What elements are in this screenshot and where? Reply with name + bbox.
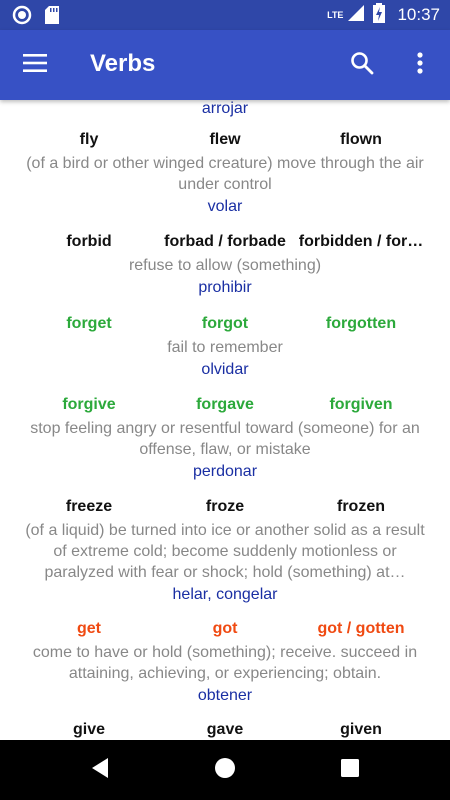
verb-entry-fly[interactable]: fly flew flown (of a bird or other winge…: [0, 131, 450, 217]
verb-entry-forget[interactable]: forget forgot forgotten fail to remember…: [0, 315, 450, 380]
signal-icon: [347, 4, 365, 27]
definition: (of a liquid) be turned into ice or anot…: [25, 522, 425, 581]
translation: olvidar: [201, 361, 249, 378]
participle-form: forgotten: [325, 315, 397, 332]
base-form: get: [77, 620, 101, 637]
notification-circle-icon: [12, 5, 32, 30]
more-vert-icon: [417, 51, 423, 79]
base-form: fly: [79, 131, 99, 148]
translation: arrojar: [201, 100, 249, 117]
search-button[interactable]: [342, 47, 382, 83]
system-nav-bar: [0, 740, 450, 800]
verb-forms: fly flew flown: [0, 131, 450, 153]
verb-entry-freeze[interactable]: freeze froze frozen (of a liquid) be tur…: [0, 498, 450, 605]
participle-form: forbidden / for…: [298, 233, 424, 250]
sd-card-icon: [44, 5, 60, 30]
verb-entry-forbid[interactable]: forbid forbad / forbade forbidden / for……: [0, 233, 450, 298]
past-form: gave: [206, 721, 244, 738]
definition: refuse to allow (something): [128, 257, 322, 274]
verb-entry-give[interactable]: give gave given: [0, 721, 450, 740]
verb-forms: give gave given: [0, 721, 450, 740]
status-bar: LTE 10:37: [0, 0, 450, 30]
definition: fail to remember: [167, 339, 283, 356]
verb-entry-get[interactable]: get got got / gotten come to have or hol…: [0, 620, 450, 706]
home-button[interactable]: [205, 750, 245, 790]
network-type: LTE: [327, 10, 344, 20]
back-button[interactable]: [80, 750, 120, 790]
recents-button[interactable]: [330, 750, 370, 790]
hamburger-menu-icon: [23, 53, 47, 77]
battery-charging-icon: [373, 2, 386, 28]
past-form: forgot: [201, 315, 249, 332]
past-form: forbad / forbade: [164, 233, 286, 250]
clock: 10:37: [397, 5, 440, 24]
more-options-button[interactable]: [402, 47, 438, 83]
base-form: forgive: [62, 396, 116, 413]
past-form: forgave: [196, 396, 254, 413]
definition: come to have or hold (something); receiv…: [32, 644, 418, 682]
definition: (of a bird or other winged creature) mov…: [26, 155, 424, 193]
verb-forms: forbid forbad / forbade forbidden / for…: [0, 233, 450, 255]
menu-button[interactable]: [14, 47, 56, 83]
page-title: Verbs: [90, 50, 156, 77]
status-left-icons: [12, 5, 60, 30]
base-form: give: [72, 721, 106, 738]
participle-form: flown: [340, 131, 382, 148]
participle-form: forgiven: [329, 396, 393, 413]
verb-list[interactable]: arrojar fly flew flown (of a bird or oth…: [0, 100, 450, 740]
translation: prohibir: [198, 279, 252, 296]
status-right: LTE 10:37: [327, 0, 440, 30]
participle-form: frozen: [337, 498, 385, 515]
verb-forms: freeze froze frozen: [0, 498, 450, 520]
base-form: forbid: [66, 233, 112, 250]
past-form: got: [212, 620, 238, 637]
participle-form: given: [340, 721, 382, 738]
nav-recents-icon: [340, 758, 360, 783]
nav-back-icon: [90, 757, 110, 784]
definition: stop feeling angry or resentful toward (…: [30, 420, 420, 458]
base-form: forget: [66, 315, 112, 332]
translation: helar, congelar: [172, 586, 278, 603]
past-form: froze: [205, 498, 245, 515]
participle-form: got / gotten: [317, 620, 405, 637]
verb-forms: get got got / gotten: [0, 620, 450, 642]
search-icon: [350, 51, 374, 80]
base-form: freeze: [65, 498, 113, 515]
verb-entry-forgive[interactable]: forgive forgave forgiven stop feeling an…: [0, 396, 450, 482]
past-form: flew: [209, 131, 241, 148]
verb-forms: forgive forgave forgiven: [0, 396, 450, 418]
translation: obtener: [197, 687, 253, 704]
verb-forms: forget forgot forgotten: [0, 315, 450, 337]
translation: volar: [207, 198, 243, 215]
app-bar: Verbs: [0, 30, 450, 100]
translation: perdonar: [192, 463, 258, 480]
nav-home-icon: [214, 757, 236, 784]
